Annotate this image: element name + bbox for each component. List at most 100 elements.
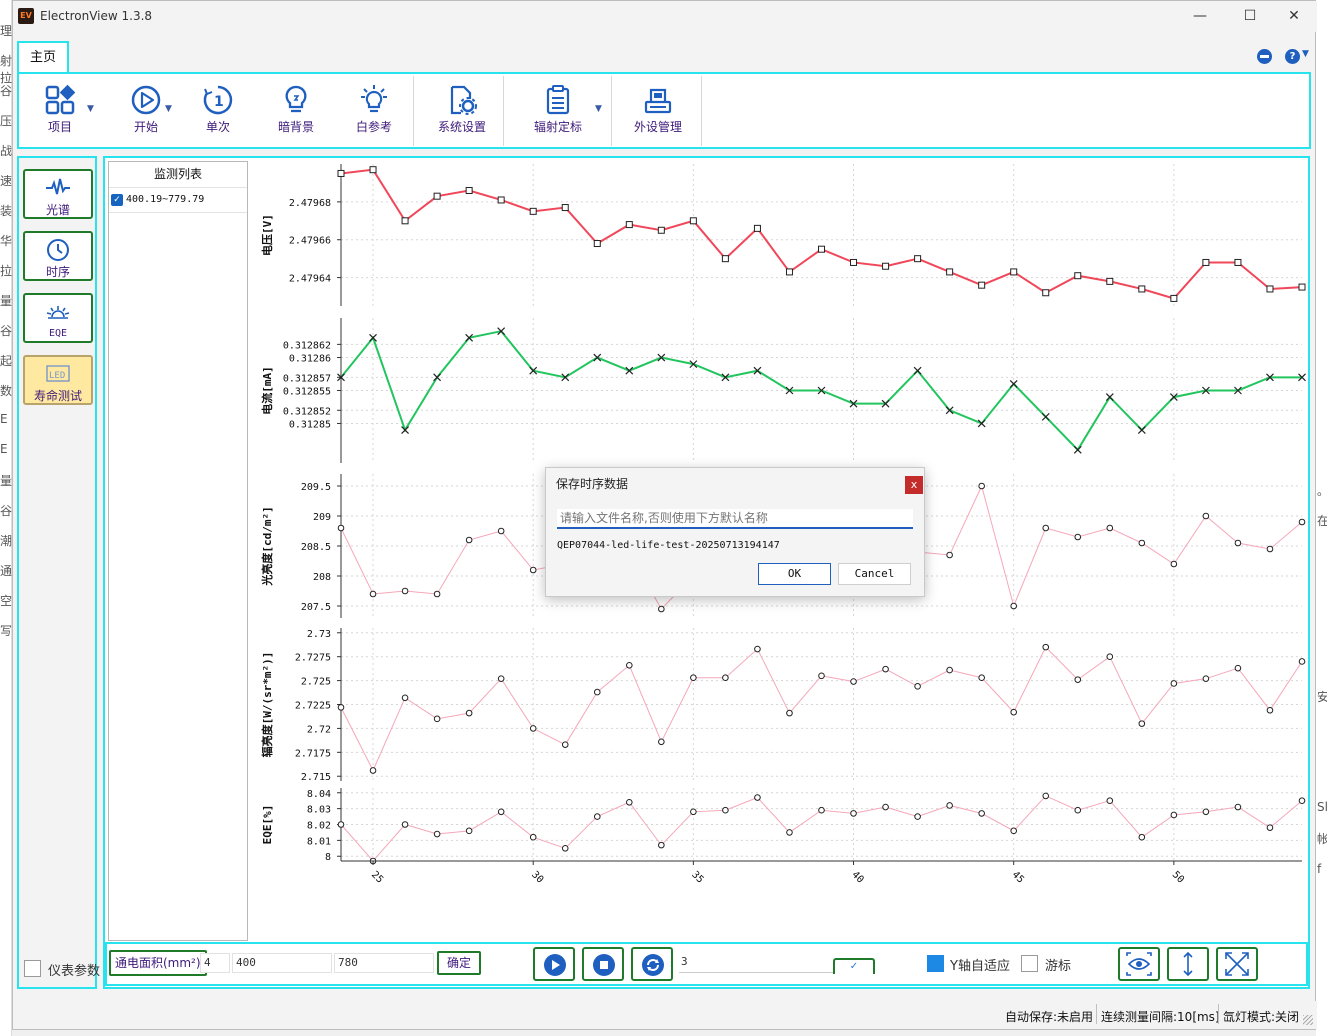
checkbox-checked-icon[interactable]: ✓ (111, 194, 123, 206)
sidebar-item-spectrum[interactable]: 光谱 (23, 169, 93, 219)
dark-background-label: 暗背景 (277, 120, 314, 134)
status-divider (1096, 1004, 1097, 1024)
data-point (465, 827, 473, 835)
data-point (497, 527, 505, 535)
data-point (626, 661, 633, 669)
list-item[interactable]: ✓ 400.19~779.79 (109, 189, 247, 213)
y-tick-label: 2.47966 (289, 236, 331, 247)
data-point (433, 192, 441, 200)
tab-home[interactable]: 主页 (17, 41, 69, 74)
settings-doc-icon (450, 85, 477, 115)
view-button[interactable] (1118, 947, 1160, 981)
meter-params-checkbox[interactable] (24, 960, 41, 977)
project-dropdown-icon[interactable]: ▼ (87, 104, 94, 114)
y-axis-label: 光亮度[cd/m²] (260, 506, 274, 586)
wavelength-start-input[interactable]: 400 (232, 953, 332, 973)
collapse-ribbon-icon[interactable] (1257, 49, 1272, 64)
x-tick-label: 35 (689, 869, 705, 885)
system-settings-button[interactable]: 系统设置 (429, 80, 495, 142)
sidebar-item-timing[interactable]: 时序 (23, 231, 93, 281)
y-tick-label: 2.725 (301, 677, 331, 688)
autosave-status: 自动保存:未启用 (1005, 1010, 1094, 1024)
resize-grip[interactable] (1303, 1015, 1313, 1025)
cancel-button[interactable]: Cancel (838, 563, 911, 585)
y-tick-label: 0.312862 (283, 340, 331, 351)
data-point (978, 281, 986, 289)
data-point (1138, 833, 1146, 841)
maximize-button[interactable]: ☐ (1227, 5, 1273, 27)
data-point (465, 187, 473, 195)
y-auto-checkbox[interactable] (927, 955, 944, 972)
expand-icon (1225, 952, 1249, 976)
background-fragment: 起 (0, 354, 12, 368)
data-point (465, 709, 473, 717)
data-point (529, 833, 537, 841)
data-point (529, 725, 537, 732)
data-point (658, 738, 665, 746)
sidebar-item-lifetime-test[interactable]: LED 寿命测试 (23, 355, 93, 405)
run-button[interactable] (533, 947, 575, 981)
area-label-button[interactable]: 通电面积(mm²) (109, 950, 207, 976)
data-point (690, 674, 697, 682)
close-button[interactable]: ✕ (1271, 5, 1317, 27)
data-point (1234, 664, 1242, 672)
data-point (914, 813, 921, 820)
white-reference-button[interactable]: 白参考 (347, 80, 401, 142)
data-point (561, 204, 569, 212)
calibration-dropdown-icon[interactable]: ▼ (595, 104, 602, 114)
stop-button[interactable] (582, 947, 624, 981)
fit-vertical-button[interactable] (1167, 947, 1209, 981)
single-button[interactable]: 1 单次 (191, 80, 245, 142)
data-point (882, 803, 889, 811)
background-fragment: 。 (1317, 482, 1327, 499)
data-point (754, 645, 761, 653)
confirm-button[interactable]: 确定 (437, 951, 481, 975)
area-input[interactable]: 4 (200, 953, 230, 973)
sidebar-item-eqe[interactable]: EQE (23, 293, 93, 343)
help-icon[interactable]: ? (1285, 49, 1300, 64)
peripheral-management-button[interactable]: 外设管理 (625, 80, 691, 142)
data-point (593, 688, 601, 696)
data-point (1010, 602, 1018, 610)
chevron-down-icon[interactable]: ▼ (1302, 49, 1309, 59)
data-point (1138, 285, 1146, 293)
cursor-checkbox[interactable] (1021, 955, 1038, 972)
background-fragment: 理 (0, 24, 12, 38)
dark-background-button[interactable]: 暗背景 (269, 80, 323, 142)
start-label: 开始 (133, 120, 158, 134)
project-button[interactable]: 项目 (33, 80, 87, 142)
ribbon-separator (413, 76, 414, 146)
y-axis-label: 辐亮度[W/(sr*m²)] (260, 652, 274, 758)
data-point (1266, 824, 1274, 831)
grid-icon (45, 84, 76, 115)
apply-button[interactable]: ✓ (833, 958, 875, 974)
y-tick-label: 207.5 (301, 602, 331, 613)
y-auto-label: Y轴自适应 (950, 959, 1010, 974)
minimize-button[interactable]: — (1177, 5, 1223, 27)
data-point (1137, 426, 1146, 434)
data-point (882, 665, 889, 673)
y-tick-label: 8.02 (307, 821, 331, 832)
stop-icon (593, 954, 615, 976)
data-point (1073, 445, 1082, 454)
cursor-label: 游标 (1045, 959, 1072, 974)
data-point (1042, 289, 1050, 297)
dialog-close-button[interactable]: x (905, 476, 923, 494)
data-point (1234, 803, 1242, 811)
fit-all-button[interactable] (1216, 947, 1258, 981)
single-icon: 1 (203, 85, 233, 115)
loop-count-input[interactable]: 3 (679, 953, 833, 973)
loop-button[interactable] (631, 947, 673, 981)
ok-button[interactable]: OK (758, 563, 831, 585)
radiometric-calibration-button[interactable]: 辐射定标 (525, 80, 591, 142)
start-dropdown-icon[interactable]: ▼ (165, 104, 172, 114)
data-point (593, 240, 601, 248)
background-fragment: 在 (1317, 514, 1327, 528)
filename-input[interactable] (557, 509, 913, 529)
wavelength-end-input[interactable]: 780 (334, 953, 434, 973)
background-fragment: 速 (0, 174, 12, 188)
data-point (1010, 268, 1018, 276)
data-point (497, 808, 505, 816)
data-point (1298, 518, 1306, 526)
data-point (914, 255, 922, 263)
